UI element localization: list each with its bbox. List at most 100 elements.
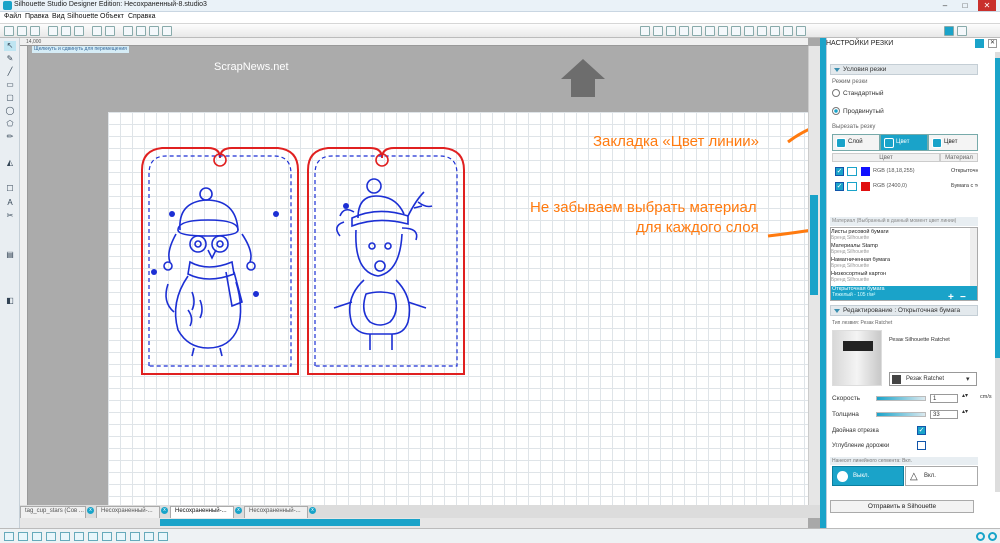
ellipse-tool-icon[interactable]: ◯ [4, 106, 16, 116]
zoom-in-icon[interactable] [123, 26, 133, 36]
panel-dock-icon[interactable] [975, 39, 984, 48]
text-tool-icon[interactable]: A [4, 198, 16, 208]
thickness-input[interactable]: 33 [930, 410, 958, 419]
trace-icon[interactable] [692, 26, 702, 36]
material-item-selected[interactable]: Открыточная бумага Тяжелый - 105 г/м² [831, 286, 977, 300]
offset-icon[interactable] [679, 26, 689, 36]
send-back-icon[interactable] [116, 532, 126, 541]
mode-standard-radio[interactable] [832, 89, 840, 97]
redo-icon[interactable] [105, 26, 115, 36]
close-button[interactable]: ✕ [978, 0, 996, 11]
line-tool-icon[interactable]: ╱ [4, 67, 16, 77]
regular-polygon-icon[interactable]: ☐ [4, 184, 16, 194]
send-icon[interactable] [957, 26, 967, 36]
cut-conditions-header[interactable]: Условия резки [830, 64, 978, 75]
material-item[interactable]: Низкосортный картон Бренд Silhouette [831, 271, 968, 283]
preferences-gear-icon[interactable] [988, 532, 997, 541]
align-icon[interactable] [653, 26, 663, 36]
cut-settings-icon[interactable] [944, 26, 954, 36]
save-icon[interactable] [30, 26, 40, 36]
close-tab-icon[interactable]: x [235, 507, 242, 514]
row2-material[interactable]: Бумага с текстурой [951, 183, 978, 189]
panel-close-icon[interactable]: ✕ [988, 39, 997, 48]
doc-tab-3[interactable]: Несохраненный-... [170, 506, 234, 518]
send-to-silhouette-button[interactable]: Отправить в Silhouette [830, 500, 974, 513]
bring-front-icon[interactable] [102, 532, 112, 541]
copy-icon[interactable] [61, 26, 71, 36]
row2-checkbox[interactable]: ✓ [835, 182, 844, 191]
cut-icon[interactable] [48, 26, 58, 36]
double-cut-checkbox[interactable]: ✓ [917, 426, 926, 435]
fill-tool-icon[interactable]: ▤ [4, 250, 16, 260]
track-enhance-checkbox[interactable] [917, 441, 926, 450]
text-style-icon[interactable] [757, 26, 767, 36]
overcut-on-button[interactable]: Выкл. [832, 466, 904, 486]
grid-icon[interactable] [640, 26, 650, 36]
duplicate-icon[interactable] [74, 532, 84, 541]
thickness-stepper-icon[interactable]: ▴▾ [962, 408, 968, 415]
menu-help[interactable]: Справка [128, 13, 155, 20]
menu-object[interactable]: Объект [100, 13, 124, 20]
menu-silhouette[interactable]: Silhouette [67, 13, 98, 20]
paste-icon[interactable] [74, 26, 84, 36]
blade-select[interactable]: Резак Ratchet ▾ [889, 372, 977, 386]
transform-icon[interactable] [705, 26, 715, 36]
select-tool-icon[interactable]: ↖ [4, 41, 16, 51]
menu-file[interactable]: Файл [4, 13, 21, 20]
tab-line-color[interactable]: Цвет линии [880, 134, 928, 160]
store-icon[interactable] [783, 26, 793, 36]
settings-gear-icon[interactable] [976, 532, 985, 541]
tag-owl[interactable] [141, 147, 299, 375]
line-style-icon[interactable] [744, 26, 754, 36]
doc-tab-1[interactable]: tag_cup_stars (Сов ... [20, 506, 86, 518]
open-icon[interactable] [17, 26, 27, 36]
library-icon[interactable] [796, 26, 806, 36]
release-compound-icon[interactable] [60, 532, 70, 541]
delete-icon[interactable] [88, 532, 98, 541]
undo-icon[interactable] [92, 26, 102, 36]
tag-deer[interactable] [307, 147, 465, 375]
fill-icon[interactable] [731, 26, 741, 36]
zoom-out-icon[interactable] [136, 26, 146, 36]
edit-material-header[interactable]: Редактирование : Открыточная бумага [830, 305, 978, 316]
vertical-scroll-thumb[interactable] [810, 195, 818, 295]
flip-icon[interactable] [144, 532, 154, 541]
group-icon[interactable] [18, 532, 28, 541]
pan-icon[interactable] [149, 26, 159, 36]
close-tab-icon[interactable]: x [309, 507, 316, 514]
speed-input[interactable]: 1 [930, 394, 958, 403]
doc-tab-4[interactable]: Несохраненный-... [244, 506, 308, 518]
thickness-slider[interactable] [876, 412, 926, 417]
tab-fill-color[interactable]: Цвет заполн. [928, 134, 978, 160]
knife-tool-icon[interactable]: ✂ [4, 211, 16, 221]
weld-icon[interactable] [130, 532, 140, 541]
polygon-tool-icon[interactable]: ⬠ [4, 119, 16, 129]
material-item[interactable]: Материалы Stamp Бренд Silhouette [831, 243, 968, 255]
close-tab-icon[interactable]: x [161, 507, 168, 514]
maximize-button[interactable]: □ [956, 0, 974, 11]
rectangle-tool-icon[interactable]: ▭ [4, 80, 16, 90]
arc-tool-icon[interactable]: ◭ [4, 158, 16, 168]
new-icon[interactable] [4, 26, 14, 36]
modify-icon[interactable] [718, 26, 728, 36]
overcut-off-button[interactable]: △ Вкл. [905, 466, 978, 486]
tab-layer[interactable]: Слой [832, 134, 880, 151]
rounded-rect-tool-icon[interactable]: ▢ [4, 93, 16, 103]
row1-material[interactable]: Открыточная бумага [951, 168, 978, 174]
close-tab-icon[interactable]: x [87, 507, 94, 514]
add-material-icon[interactable]: + [948, 292, 954, 303]
fit-page-icon[interactable] [162, 26, 172, 36]
menu-edit[interactable]: Правка [25, 13, 49, 20]
row1-checkbox[interactable]: ✓ [835, 167, 844, 176]
remove-material-icon[interactable]: − [960, 292, 966, 303]
pencil-tool-icon[interactable]: ✏ [4, 132, 16, 142]
doc-tab-2[interactable]: Несохраненный-... [96, 506, 160, 518]
mode-advanced-radio[interactable] [832, 107, 840, 115]
material-item[interactable]: Листы рисовой бумаги Бренд Silhouette [831, 229, 968, 241]
speed-stepper-icon[interactable]: ▴▾ [962, 392, 968, 399]
replicate-icon[interactable] [666, 26, 676, 36]
menu-view[interactable]: Вид [52, 13, 65, 20]
make-compound-icon[interactable] [46, 532, 56, 541]
horizontal-scroll-thumb[interactable] [160, 519, 420, 526]
rotate-icon[interactable] [158, 532, 168, 541]
